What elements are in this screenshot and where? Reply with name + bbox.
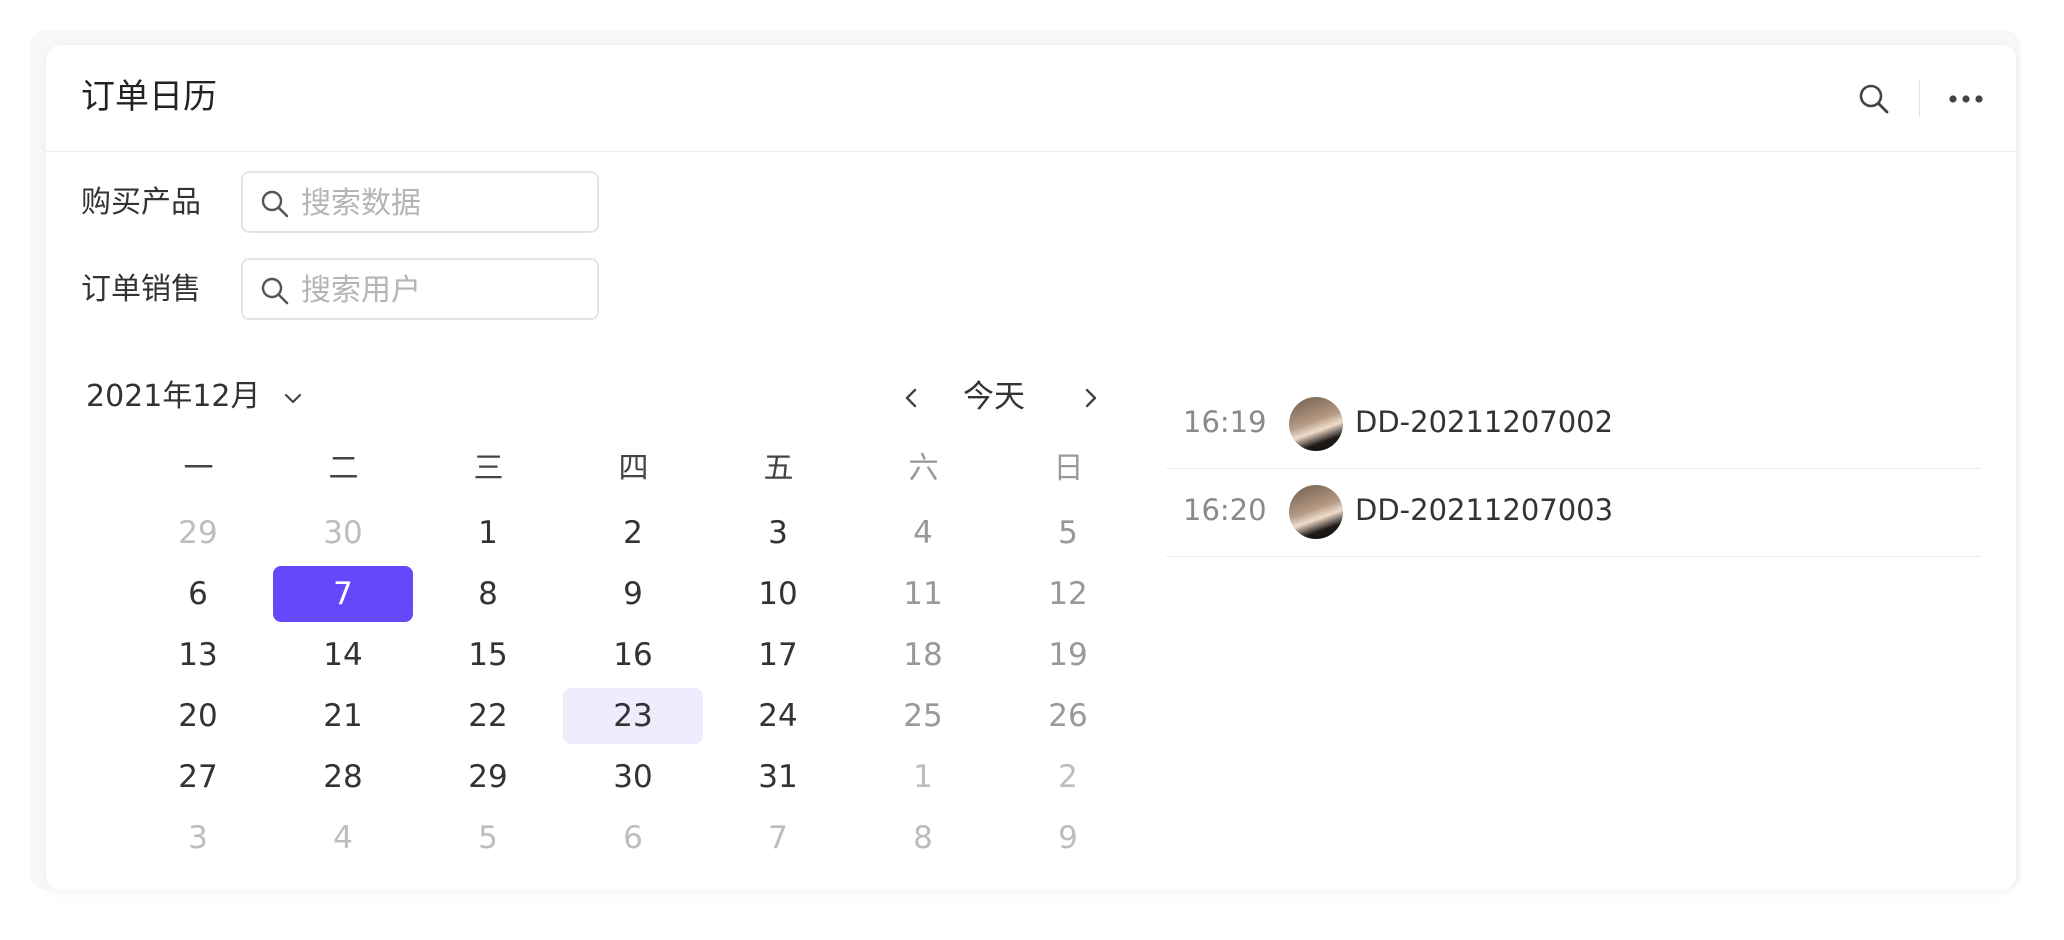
weekday-label: 四 (618, 451, 649, 486)
calendar-day[interactable]: 14 (273, 627, 413, 683)
prev-month-button[interactable] (896, 381, 926, 415)
user-search-box[interactable] (241, 258, 599, 320)
weekday-label: 一 (183, 451, 214, 486)
calendar-day[interactable]: 17 (708, 627, 848, 683)
calendar-day[interactable]: 25 (853, 688, 993, 744)
event-time: 16:20 (1183, 493, 1267, 527)
avatar (1289, 485, 1343, 539)
calendar-day[interactable]: 26 (998, 688, 1138, 744)
calendar-day[interactable]: 5 (418, 810, 558, 866)
calendar-day[interactable]: 31 (708, 749, 848, 805)
search-icon (261, 190, 289, 218)
calendar-day[interactable]: 4 (853, 505, 993, 561)
event-order-id: DD-20211207003 (1355, 493, 1614, 527)
calendar-day[interactable]: 29 (128, 505, 268, 561)
month-picker[interactable]: 2021年12月 (86, 377, 304, 417)
header-divider (1919, 79, 1920, 117)
calendar-day[interactable]: 13 (128, 627, 268, 683)
weekday-label: 六 (908, 451, 939, 486)
calendar-day[interactable]: 20 (128, 688, 268, 744)
search-icon[interactable] (1856, 81, 1892, 117)
calendar-day[interactable]: 6 (128, 566, 268, 622)
today-button[interactable]: 今天 (963, 377, 1025, 417)
calendar-day[interactable]: 5 (998, 505, 1138, 561)
weekday-label: 三 (473, 451, 504, 486)
calendar-day[interactable]: 6 (563, 810, 703, 866)
weekday-label: 二 (328, 451, 359, 486)
avatar (1289, 397, 1343, 451)
more-horizontal-icon[interactable] (1946, 81, 1986, 117)
calendar-day[interactable]: 9 (563, 566, 703, 622)
calendar-day[interactable]: 1 (418, 505, 558, 561)
filter-label-product: 购买产品 (81, 185, 201, 220)
product-search-box[interactable] (241, 171, 599, 233)
event-time: 16:19 (1183, 405, 1267, 439)
weekday-label: 五 (763, 451, 794, 486)
calendar-day[interactable]: 2 (563, 505, 703, 561)
calendar-day[interactable]: 3 (128, 810, 268, 866)
calendar-day[interactable]: 8 (853, 810, 993, 866)
calendar-day[interactable]: 1 (853, 749, 993, 805)
calendar-day[interactable]: 12 (998, 566, 1138, 622)
chevron-right-icon (1085, 388, 1097, 408)
card-header: 订单日历 (46, 45, 2016, 152)
calendar-day[interactable]: 7 (708, 810, 848, 866)
event-item[interactable]: 16:20 DD-20211207003 (1166, 469, 1981, 557)
calendar-day[interactable]: 30 (273, 505, 413, 561)
calendar-day[interactable]: 18 (853, 627, 993, 683)
order-calendar-card: 订单日历 购买产品 订单销售 (46, 45, 2016, 890)
calendar-day[interactable]: 28 (273, 749, 413, 805)
chevron-left-icon (905, 388, 917, 408)
calendar-day[interactable]: 27 (128, 749, 268, 805)
weekday-label: 日 (1053, 451, 1084, 486)
product-search-input[interactable] (299, 181, 583, 225)
weekday-header: 一二三四五六日 (126, 445, 1146, 493)
user-search-input[interactable] (299, 268, 583, 312)
calendar-day[interactable]: 19 (998, 627, 1138, 683)
calendar-day[interactable]: 11 (853, 566, 993, 622)
calendar-day[interactable]: 30 (563, 749, 703, 805)
calendar-day[interactable]: 29 (418, 749, 558, 805)
search-icon (261, 277, 289, 305)
calendar-day[interactable]: 2 (998, 749, 1138, 805)
calendar-day[interactable]: 8 (418, 566, 558, 622)
calendar-day[interactable]: 24 (708, 688, 848, 744)
calendar-day[interactable]: 4 (273, 810, 413, 866)
event-item[interactable]: 16:19 DD-20211207002 (1166, 381, 1981, 469)
calendar-day[interactable]: 22 (418, 688, 558, 744)
calendar-day[interactable]: 21 (273, 688, 413, 744)
calendar-day[interactable]: 9 (998, 810, 1138, 866)
calendar-day[interactable]: 23 (563, 688, 703, 744)
calendar-day[interactable]: 15 (418, 627, 558, 683)
calendar-day[interactable]: 16 (563, 627, 703, 683)
card-title: 订单日历 (81, 77, 217, 117)
calendar-day[interactable]: 7 (273, 566, 413, 622)
filter-label-sales: 订单销售 (81, 272, 201, 307)
next-month-button[interactable] (1076, 381, 1106, 415)
chevron-down-icon (284, 393, 302, 403)
calendar-day[interactable]: 3 (708, 505, 848, 561)
month-label: 2021年12月 (86, 379, 261, 414)
calendar-day[interactable]: 10 (708, 566, 848, 622)
event-order-id: DD-20211207002 (1355, 405, 1614, 439)
